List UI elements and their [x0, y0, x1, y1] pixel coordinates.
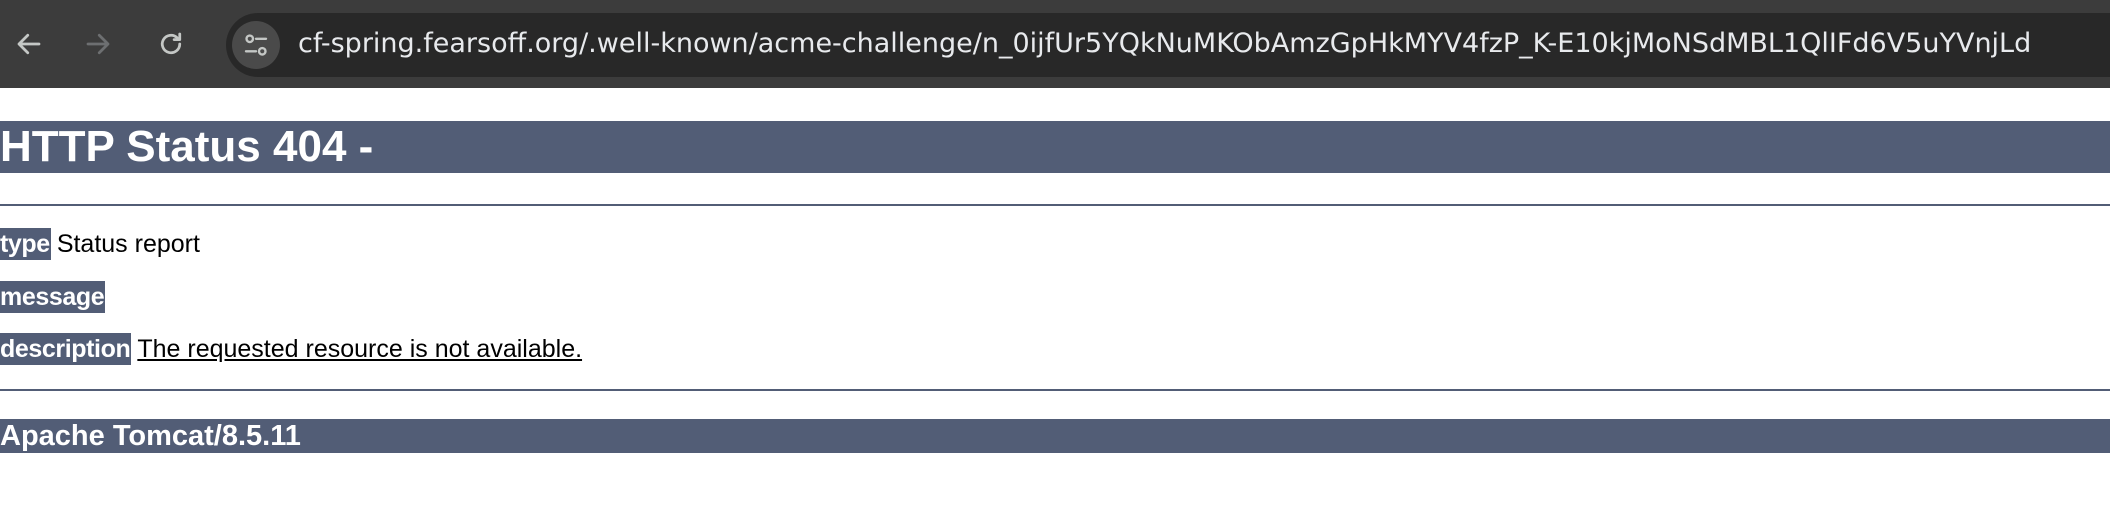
- url-text[interactable]: cf-spring.fearsoff.org/.well-known/acme-…: [298, 26, 2031, 62]
- type-value: Status report: [56, 230, 200, 258]
- browser-toolbar: cf-spring.fearsoff.org/.well-known/acme-…: [0, 0, 2110, 88]
- server-info: Apache Tomcat/8.5.11: [0, 419, 2110, 453]
- message-row: message: [0, 281, 111, 313]
- reload-icon: [160, 32, 182, 55]
- type-row: type Status report: [0, 228, 200, 260]
- divider-bottom: [0, 389, 2110, 391]
- forward-button[interactable]: [76, 22, 120, 66]
- site-info-button[interactable]: [232, 21, 280, 69]
- back-button[interactable]: [7, 22, 51, 66]
- description-row: description The requested resource is not…: [0, 333, 582, 365]
- type-label: type: [0, 228, 51, 260]
- arrow-left-icon: [17, 33, 41, 55]
- reload-button[interactable]: [149, 22, 193, 66]
- description-value: The requested resource is not available.: [137, 335, 583, 363]
- description-label: description: [0, 333, 132, 365]
- divider-top: [0, 204, 2110, 206]
- page-title: HTTP Status 404 -: [0, 121, 2110, 173]
- tune-icon: [244, 34, 268, 56]
- message-label: message: [0, 281, 106, 313]
- arrow-right-icon: [86, 33, 110, 55]
